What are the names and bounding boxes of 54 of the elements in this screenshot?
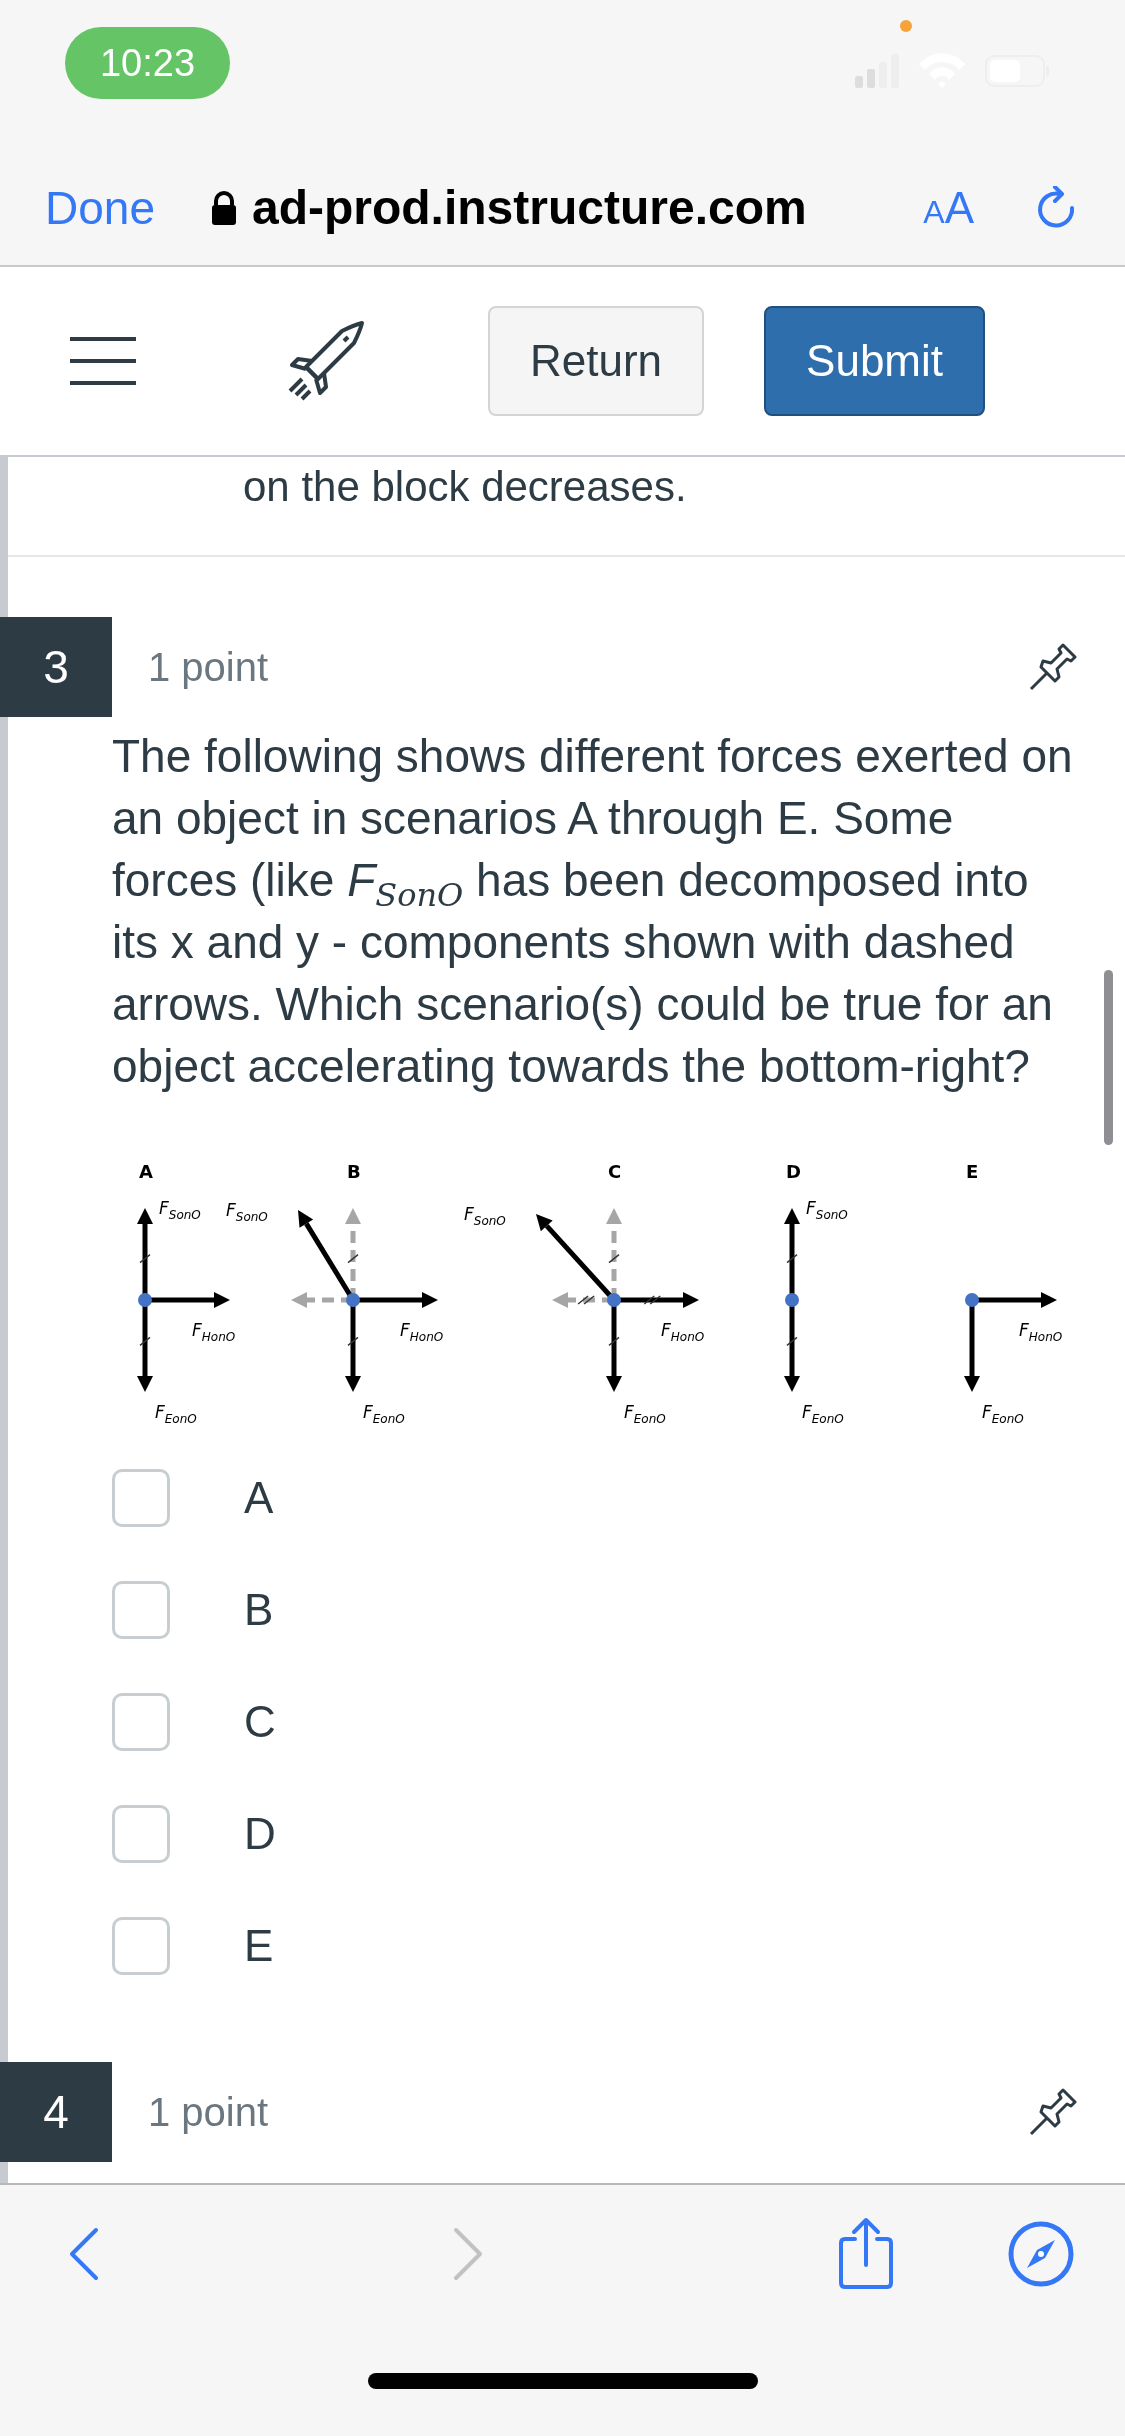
submit-button[interactable]: Submit bbox=[764, 306, 986, 416]
points-label: 1 point bbox=[148, 2089, 270, 2135]
signal-icon bbox=[855, 54, 899, 88]
text-size-button[interactable]: AA bbox=[923, 182, 974, 233]
scenario-letter: D bbox=[786, 1161, 801, 1182]
object-dot bbox=[607, 1293, 621, 1307]
option-label[interactable]: D bbox=[244, 1809, 276, 1859]
force-label: F$_{EonO}$ bbox=[363, 1402, 405, 1426]
option-label[interactable]: B bbox=[244, 1585, 274, 1635]
option-label[interactable]: C bbox=[244, 1697, 276, 1747]
force-label: F$_{EonO}$ bbox=[982, 1402, 1024, 1426]
object-dot bbox=[346, 1293, 360, 1307]
checkbox[interactable] bbox=[112, 1469, 170, 1527]
compass-icon[interactable] bbox=[1007, 2220, 1075, 2288]
option-label[interactable]: A bbox=[244, 1473, 274, 1523]
lock-icon bbox=[209, 190, 238, 225]
force-label: F$_{HonO}$ bbox=[1019, 1320, 1063, 1344]
force-label: F$_{SonO}$ bbox=[159, 1198, 201, 1222]
option-label[interactable]: E bbox=[244, 1921, 274, 1971]
checkbox[interactable] bbox=[112, 1581, 170, 1639]
pin-icon[interactable] bbox=[1029, 643, 1077, 691]
object-dot bbox=[785, 1293, 799, 1307]
url-text[interactable]: ad-prod.instructure.com bbox=[251, 180, 807, 235]
scenario-letter: A bbox=[139, 1161, 153, 1182]
question-number: 3 bbox=[0, 617, 112, 717]
force-label: F$_{HonO}$ bbox=[661, 1320, 705, 1344]
force-label: F$_{SonO}$ bbox=[226, 1200, 268, 1224]
status-time: 10:23 bbox=[65, 27, 230, 99]
scenario-letter: B bbox=[347, 1161, 361, 1182]
privacy-indicator-icon bbox=[900, 20, 912, 32]
force-label: F$_{HonO}$ bbox=[400, 1320, 444, 1344]
force-label: F$_{HonO}$ bbox=[192, 1320, 236, 1344]
scenario-letter: C bbox=[608, 1161, 622, 1182]
force-label: F$_{EonO}$ bbox=[624, 1402, 666, 1426]
answer-text: on the block decreases. bbox=[8, 457, 1125, 557]
question-number: 4 bbox=[0, 2062, 112, 2162]
force-label: F$_{SonO}$ bbox=[806, 1198, 848, 1222]
return-button[interactable]: Return bbox=[488, 306, 705, 416]
checkbox[interactable] bbox=[112, 1917, 170, 1975]
menu-icon[interactable] bbox=[70, 337, 136, 385]
force-label: F$_{SonO}$ bbox=[464, 1204, 506, 1228]
checkbox[interactable] bbox=[112, 1693, 170, 1751]
pin-icon[interactable] bbox=[1029, 2088, 1077, 2136]
points-label: 1 point bbox=[148, 644, 270, 690]
question-text: The following shows different forces exerted on an object in scenarios A through E. Some forces (like F$_{SonO}$ has been decomposed into its x and y - components shown with dashed arrows. Which scenario(s) could be true for an object accelerating towards the bottom-right? bbox=[112, 729, 1074, 1094]
back-icon[interactable] bbox=[68, 2226, 100, 2282]
force-label: F$_{EonO}$ bbox=[802, 1402, 844, 1426]
share-icon[interactable] bbox=[836, 2217, 895, 2291]
object-dot bbox=[138, 1293, 152, 1307]
scenario-letter: E bbox=[966, 1161, 979, 1182]
force-label: F$_{EonO}$ bbox=[155, 1402, 197, 1426]
checkbox[interactable] bbox=[112, 1805, 170, 1863]
done-button[interactable]: Done bbox=[45, 180, 155, 235]
object-dot bbox=[965, 1293, 979, 1307]
